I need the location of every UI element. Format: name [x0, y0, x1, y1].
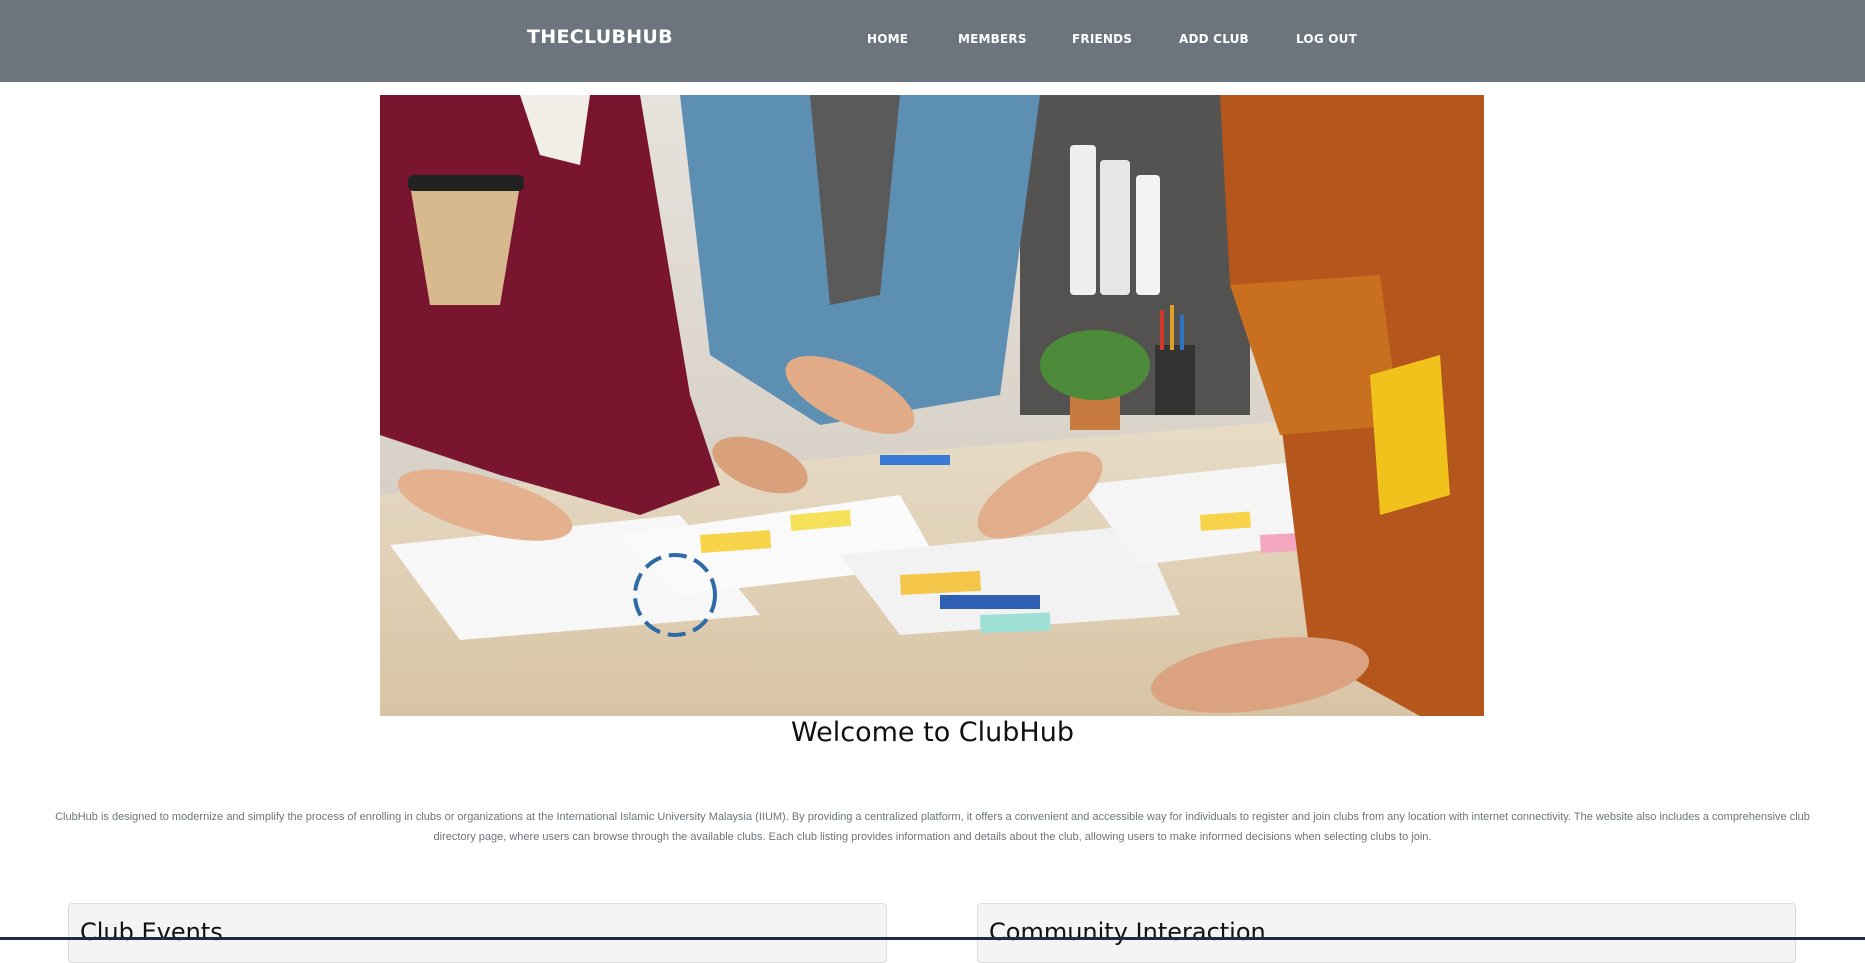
community-interaction-card: Community Interaction: [977, 903, 1796, 963]
nav-home-link[interactable]: HOME: [867, 32, 908, 46]
nav-add-club-link[interactable]: ADD CLUB: [1179, 32, 1249, 46]
club-events-title: Club Events: [80, 918, 223, 946]
community-interaction-title: Community Interaction: [989, 918, 1266, 946]
hero-photo-illustration: [380, 95, 1484, 716]
club-events-card: Club Events: [68, 903, 887, 963]
brand-logo[interactable]: THECLUBHUB: [527, 26, 673, 48]
top-navbar: THECLUBHUB HOME MEMBERS FRIENDS ADD CLUB…: [0, 0, 1865, 82]
intro-paragraph: ClubHub is designed to modernize and sim…: [55, 811, 1810, 843]
nav-friends-link[interactable]: FRIENDS: [1072, 32, 1132, 46]
nav-logout-link[interactable]: LOG OUT: [1296, 32, 1357, 46]
hero-image: [380, 95, 1484, 716]
welcome-heading: Welcome to ClubHub: [791, 717, 1074, 748]
nav-members-link[interactable]: MEMBERS: [958, 32, 1027, 46]
